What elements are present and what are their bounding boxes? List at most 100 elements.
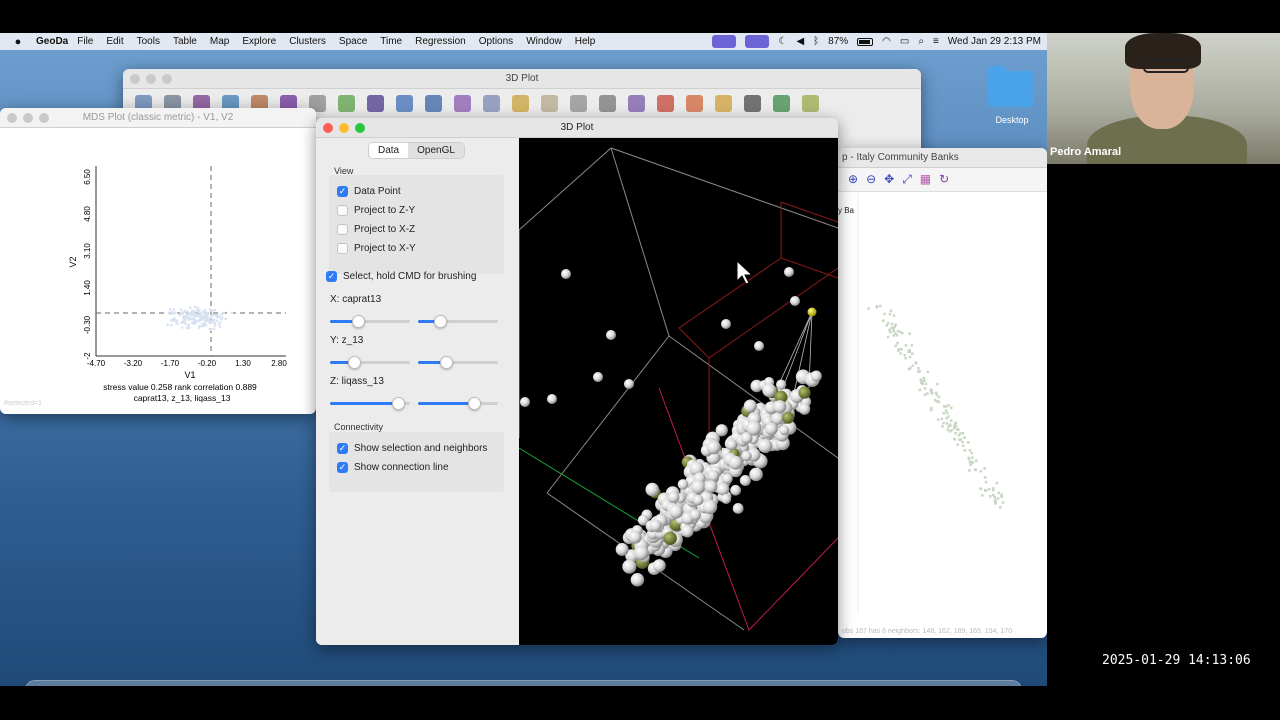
scatter-icon[interactable] (454, 95, 471, 112)
data-point (807, 307, 817, 317)
wifi-icon[interactable]: ◠ (882, 36, 891, 47)
menu-file[interactable]: File (77, 36, 93, 47)
y-max-slider[interactable] (418, 356, 498, 369)
space-icon[interactable] (367, 95, 384, 112)
map-icon[interactable] (715, 95, 732, 112)
zoom-icon[interactable] (39, 113, 49, 123)
menu-help[interactable]: Help (575, 36, 596, 47)
data-point (633, 545, 649, 561)
regression-tool-icon[interactable] (802, 95, 819, 112)
window-titlebar[interactable]: p - Italy Community Banks (838, 148, 1047, 168)
refresh-icon[interactable]: ↻ (939, 172, 949, 187)
map-point (937, 400, 941, 404)
menu-window[interactable]: Window (526, 36, 562, 47)
mds-point (212, 327, 216, 331)
map-point (944, 409, 948, 412)
map-point (945, 422, 949, 425)
moon-icon[interactable]: ☾ (778, 36, 787, 47)
zoom-icon[interactable] (162, 74, 172, 84)
window-titlebar[interactable]: 3D Plot (316, 118, 838, 138)
zoom-icon[interactable] (355, 123, 365, 133)
menu-regression[interactable]: Regression (415, 36, 466, 47)
fit-icon[interactable]: ⤢ (902, 172, 912, 187)
y-min-slider[interactable] (330, 356, 410, 369)
menu-tools[interactable]: Tools (137, 36, 160, 47)
cartogram-icon[interactable] (628, 95, 645, 112)
data-point (721, 493, 732, 504)
histogram-icon[interactable] (396, 95, 413, 112)
minimize-icon[interactable] (23, 113, 33, 123)
trend-icon[interactable] (657, 95, 674, 112)
zoom-in-icon[interactable]: ⊕ (848, 172, 858, 187)
data-point (593, 372, 603, 382)
bluetooth-icon[interactable]: ᛒ (813, 36, 819, 47)
cluster-icon[interactable] (338, 95, 355, 112)
webcam-video (1047, 33, 1280, 164)
tab-opengl[interactable]: OpenGL (408, 143, 464, 158)
data-point-checkbox[interactable]: ✓ Data Point (337, 186, 401, 197)
opengl-canvas[interactable] (519, 138, 838, 645)
cube-icon[interactable] (541, 95, 558, 112)
menu-options[interactable]: Options (479, 36, 513, 47)
project-xz-checkbox[interactable]: Project to X-Z (337, 224, 415, 235)
map-point (957, 428, 960, 432)
menu-explore[interactable]: Explore (242, 36, 276, 47)
checkbox-label: Show selection and neighbors (354, 443, 488, 454)
bubble-icon[interactable] (512, 95, 529, 112)
project-zy-checkbox[interactable]: Project to Z-Y (337, 205, 415, 216)
pcp-icon[interactable] (570, 95, 587, 112)
window-titlebar[interactable]: MDS Plot (classic metric) - V1, V2 (0, 108, 316, 128)
map-point (970, 451, 973, 455)
bank-map[interactable] (838, 193, 1047, 613)
close-icon[interactable] (323, 123, 333, 133)
select-icon[interactable]: ▦ (920, 172, 931, 187)
window-titlebar[interactable]: 3D Plot (123, 69, 921, 89)
menu-table[interactable]: Table (173, 36, 197, 47)
pan-icon[interactable]: ✥ (884, 172, 894, 187)
x-tick: -3.20 (124, 359, 143, 368)
screen-share-icon[interactable] (712, 35, 737, 48)
regression-icon[interactable] (686, 95, 703, 112)
show-neighbors-checkbox[interactable]: ✓ Show selection and neighbors (337, 443, 487, 454)
z-max-slider[interactable] (418, 397, 498, 410)
keyboard-icon[interactable]: ▭ (900, 36, 909, 47)
map-point (889, 330, 892, 334)
menu-edit[interactable]: Edit (106, 36, 123, 47)
apple-icon[interactable]: ● (10, 36, 26, 48)
app-menu[interactable]: GeoDa (36, 36, 68, 47)
x-min-slider[interactable] (330, 315, 410, 328)
tab-data[interactable]: Data (369, 143, 409, 158)
folder-icon[interactable] (988, 66, 1034, 107)
minimize-icon[interactable] (146, 74, 156, 84)
desktop-folder-label[interactable]: Desktop (982, 115, 1042, 125)
x-max-slider[interactable] (418, 315, 498, 328)
search-icon[interactable]: ⌕ (918, 36, 924, 47)
clock-icon[interactable] (744, 95, 761, 112)
menu-map[interactable]: Map (210, 36, 229, 47)
mds-scatter-plot[interactable]: 6.50 4.80 3.10 1.40 -0.30 -2 V2 -4.70 -3… (0, 128, 316, 414)
minimize-icon[interactable] (339, 123, 349, 133)
map-point (974, 468, 978, 472)
conditional-icon[interactable] (599, 95, 616, 112)
data-point (754, 341, 764, 351)
menu-time[interactable]: Time (380, 36, 402, 47)
show-connection-line-checkbox[interactable]: ✓ Show connection line (337, 462, 449, 473)
zoom-out-icon[interactable]: ⊖ (866, 172, 876, 187)
menu-clusters[interactable]: Clusters (289, 36, 326, 47)
chart-icon[interactable] (773, 95, 790, 112)
close-icon[interactable] (130, 74, 140, 84)
scatter-matrix-icon[interactable] (483, 95, 500, 112)
menu-space[interactable]: Space (339, 36, 367, 47)
control-center-icon[interactable]: ≡ (933, 36, 939, 47)
y-tick: -0.30 (83, 315, 92, 334)
volume-icon[interactable]: ◀ (796, 36, 804, 47)
map-point (956, 443, 960, 447)
window-stack-icon[interactable] (745, 35, 770, 48)
boxplot-icon[interactable] (425, 95, 442, 112)
brushing-checkbox[interactable]: ✓ Select, hold CMD for brushing (326, 271, 476, 282)
project-xy-checkbox[interactable]: Project to X-Y (337, 243, 416, 254)
close-icon[interactable] (7, 113, 17, 123)
battery-icon[interactable] (857, 37, 874, 46)
menu-clock[interactable]: Wed Jan 29 2:13 PM (948, 36, 1041, 47)
z-min-slider[interactable] (330, 397, 410, 410)
